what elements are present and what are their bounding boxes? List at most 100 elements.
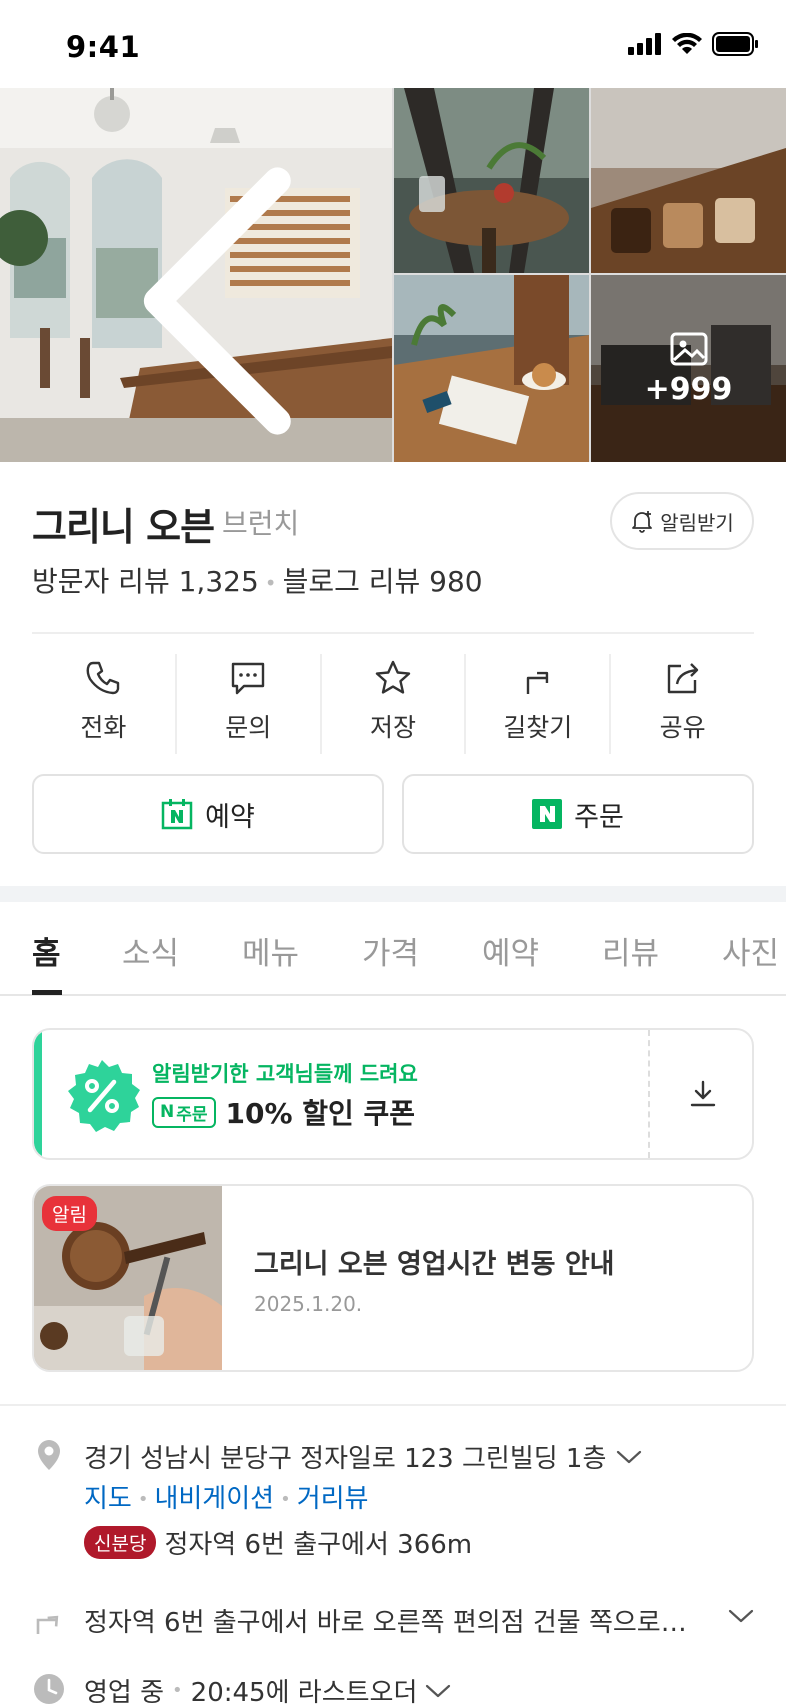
map-links: 지도 • 내비게이션 • 거리뷰 xyxy=(84,1478,368,1515)
download-icon xyxy=(690,1080,716,1107)
tab-bar: 홈 소식 메뉴 가격 예약 리뷰 사진 xyxy=(0,902,786,996)
directions-text: 정자역 6번 출구에서 바로 오른쪽 편의점 건물 쪽으로… xyxy=(84,1608,687,1638)
naver-n-icon xyxy=(532,799,563,829)
battery-icon xyxy=(712,32,758,56)
visitor-reviews-link[interactable]: 방문자 리뷰 1,325 xyxy=(32,565,259,598)
tab-reviews[interactable]: 리뷰 xyxy=(602,928,659,973)
notice-date: 2025.1.20. xyxy=(254,1292,363,1316)
chat-icon xyxy=(231,662,265,695)
separator-dot: • xyxy=(280,1489,291,1510)
map-link[interactable]: 지도 xyxy=(84,1484,132,1514)
image-icon xyxy=(670,332,707,366)
more-photos-button[interactable]: +999 xyxy=(591,275,786,462)
subway-info: 신분당 정자역 6번 출구에서 366m xyxy=(84,1524,472,1561)
photo-coffee-cups[interactable]: my xyxy=(591,88,786,273)
more-photos-count: +999 xyxy=(644,372,733,407)
separator-dot: • xyxy=(172,1680,183,1701)
photo-cafe-interior[interactable] xyxy=(0,88,392,462)
coupon-tag-label: 주문 xyxy=(176,1104,208,1125)
discount-badge-icon xyxy=(68,1060,140,1132)
notice-tag: 알림 xyxy=(42,1196,97,1231)
location-pin-icon xyxy=(38,1440,60,1470)
separator-dot: • xyxy=(137,1489,149,1510)
save-label: 저장 xyxy=(369,713,416,742)
share-button[interactable]: 공유 xyxy=(611,654,754,754)
blog-reviews-link[interactable]: 블로그 리뷰 980 xyxy=(283,565,483,598)
subway-text: 정자역 6번 출구에서 366m xyxy=(164,1530,473,1560)
booking-buttons: 예약 주문 xyxy=(32,774,754,854)
share-label: 공유 xyxy=(659,713,706,742)
reserve-label: 예약 xyxy=(205,801,255,833)
directions-button[interactable]: 길찾기 xyxy=(466,654,612,754)
call-button[interactable]: 전화 xyxy=(32,654,177,754)
alarm-label: 알림받기 xyxy=(660,510,734,535)
alarm-subscribe-button[interactable]: 알림받기 xyxy=(610,492,754,550)
back-arrow-icon[interactable] xyxy=(28,114,392,462)
naver-n-icon: N xyxy=(160,1102,175,1122)
star-icon xyxy=(375,660,411,694)
order-button[interactable]: 주문 xyxy=(402,774,754,854)
coupon-title: 10% 할인 쿠폰 xyxy=(225,1097,416,1130)
divider xyxy=(32,632,754,634)
directions-section[interactable]: 정자역 6번 출구에서 바로 오른쪽 편의점 건물 쪽으로… xyxy=(32,1602,754,1642)
directions-icon xyxy=(526,671,548,694)
clock-icon xyxy=(34,1674,64,1704)
navigation-link[interactable]: 내비게이션 xyxy=(154,1484,274,1514)
tab-active-indicator xyxy=(32,990,62,995)
hours-row: 영업 중 • 20:45에 라스트오더 xyxy=(84,1672,451,1704)
inquiry-button[interactable]: 문의 xyxy=(177,654,322,754)
place-category: 브런치 xyxy=(222,507,300,540)
coupon-card[interactable]: 알림받기한 고객님들께 드려요 N 주문 10% 할인 쿠폰 xyxy=(32,1028,754,1160)
coupon-main: N 주문 10% 할인 쿠폰 xyxy=(152,1092,415,1132)
wifi-icon xyxy=(672,33,702,54)
directions-arrow-icon xyxy=(36,1615,59,1634)
status-icons xyxy=(628,32,758,56)
directions-label: 길찾기 xyxy=(503,713,573,742)
chevron-down-icon xyxy=(617,1450,642,1463)
naver-calendar-icon xyxy=(161,799,193,830)
photo-window-table[interactable] xyxy=(394,275,589,462)
coupon-download-button[interactable] xyxy=(650,1030,752,1158)
action-bar: 전화 문의 저장 길찾기 공유 xyxy=(32,654,754,754)
photo-gallery[interactable]: my +999 xyxy=(0,88,786,462)
hours-section[interactable]: 영업 중 • 20:45에 라스트오더 xyxy=(32,1672,754,1704)
place-reviews: 방문자 리뷰 1,325 • 블로그 리뷰 980 xyxy=(32,560,483,600)
tab-home[interactable]: 홈 xyxy=(32,928,61,973)
call-label: 전화 xyxy=(80,713,127,742)
tab-menu[interactable]: 메뉴 xyxy=(242,928,299,973)
naver-order-tag: N 주문 xyxy=(152,1096,216,1128)
share-icon xyxy=(667,663,698,694)
tab-reservation[interactable]: 예약 xyxy=(482,928,539,973)
subway-line-badge: 신분당 xyxy=(84,1526,157,1559)
place-name: 그리니 오븐 xyxy=(32,505,215,549)
inquiry-label: 문의 xyxy=(225,713,272,742)
address-section: 경기 성남시 분당구 정자일로 123 그린빌딩 1층 지도 • 내비게이션 • 거리뷰… xyxy=(32,1438,754,1578)
street-view-link[interactable]: 거리뷰 xyxy=(297,1484,369,1514)
address-text: 경기 성남시 분당구 정자일로 123 그린빌딩 1층 xyxy=(84,1444,607,1474)
section-gap xyxy=(0,886,786,902)
tab-news[interactable]: 소식 xyxy=(122,928,179,973)
phone-icon xyxy=(86,661,120,695)
chevron-down-icon xyxy=(426,1684,451,1697)
divider xyxy=(0,1404,786,1406)
separator-dot: • xyxy=(264,571,277,595)
reserve-button[interactable]: 예약 xyxy=(32,774,384,854)
bell-plus-icon xyxy=(632,511,653,533)
status-time: 9:41 xyxy=(66,30,141,64)
signal-icon xyxy=(628,33,661,55)
photo-table-teapot[interactable] xyxy=(394,88,589,273)
chevron-down-icon xyxy=(728,1609,754,1623)
status-bar: 9:41 xyxy=(0,0,786,88)
notice-title: 그리니 오븐 영업시간 변동 안내 xyxy=(254,1249,615,1280)
coupon-stripe xyxy=(34,1030,42,1158)
order-label: 주문 xyxy=(574,801,624,833)
hours-status: 영업 중 xyxy=(84,1678,165,1704)
address-row[interactable]: 경기 성남시 분당구 정자일로 123 그린빌딩 1층 xyxy=(84,1438,642,1475)
notice-card[interactable]: 알림 그리니 오븐 영업시간 변동 안내 2025.1.20. xyxy=(32,1184,754,1372)
coupon-subtitle: 알림받기한 고객님들께 드려요 xyxy=(152,1062,418,1086)
notice-thumbnail: 알림 xyxy=(34,1186,222,1370)
tab-photos[interactable]: 사진 xyxy=(722,928,779,973)
save-button[interactable]: 저장 xyxy=(322,654,467,754)
hours-detail: 20:45에 라스트오더 xyxy=(190,1678,418,1704)
tab-price[interactable]: 가격 xyxy=(362,928,419,973)
